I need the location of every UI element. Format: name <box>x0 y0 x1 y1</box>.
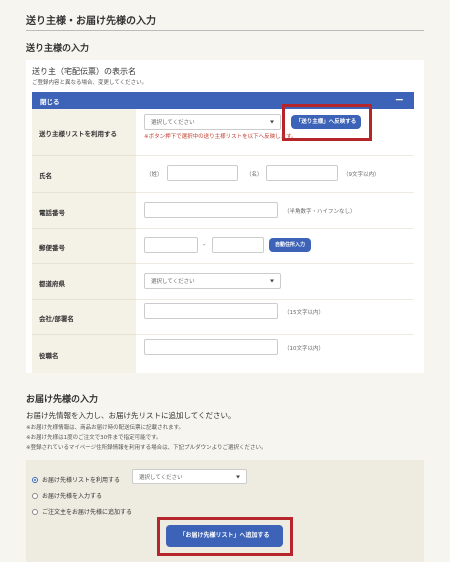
company-label: 会社/部署名 <box>39 315 74 323</box>
phone-input[interactable] <box>144 202 278 218</box>
first-name-input[interactable] <box>266 165 338 181</box>
destination-list-select[interactable]: 選択してください <box>132 469 247 484</box>
company-input[interactable] <box>144 303 278 319</box>
destination-note: ※登録されているマイページ住所録情報を利用する場合は、下記プルダウンよりご選択く… <box>26 445 267 451</box>
row-label-company: 会社/部署名 <box>32 300 136 335</box>
radio-label: お届け先様リストを利用する <box>42 477 121 484</box>
chevron-down-icon <box>270 279 274 283</box>
row-label-position: 役職名 <box>32 335 136 373</box>
destination-section-title: お届け先様の入力 <box>26 395 99 405</box>
radio-label: ご注文主をお届け先様に追加する <box>42 509 133 516</box>
prefecture-label: 都道府県 <box>39 280 65 288</box>
postal-label: 郵便番号 <box>39 244 65 252</box>
row-label-phone: 電話番号 必須 <box>32 193 165 229</box>
auto-address-button[interactable]: 自動住所入力 <box>269 238 311 252</box>
position-label: 役職名 <box>39 352 59 360</box>
chevron-down-icon <box>270 120 274 124</box>
minus-icon[interactable]: − <box>395 93 404 106</box>
destination-note: ※お届け先様は1度のご注文で30件まで指定可能です。 <box>26 435 162 441</box>
last-name-prefix: （姓） <box>146 172 163 178</box>
add-destination-list-button[interactable]: 「お届け先様リスト」へ追加する <box>166 525 283 547</box>
sender-list-label: 送り主様リストを利用する <box>39 130 117 138</box>
radio-use-destination-list[interactable]: お届け先様リストを利用する <box>32 475 120 484</box>
prefecture-select-value: 選択してください <box>151 279 195 285</box>
name-label: 氏名 <box>39 172 52 180</box>
radio-selected-icon[interactable] <box>32 476 38 483</box>
company-hint: （15文字以内） <box>284 310 324 316</box>
sender-list-select-value: 選択してください <box>151 120 195 126</box>
radio-unselected-icon[interactable] <box>32 492 38 499</box>
destination-lead: お届け先情報を入力し、お届け先リストに追加してください。 <box>26 411 236 420</box>
row-label-name: 氏名 <box>32 156 136 193</box>
position-hint: （10文字以内） <box>284 346 324 352</box>
collapse-label: 閉じる <box>40 98 60 106</box>
row-label-prefecture: 都道府県 必須 <box>32 264 165 300</box>
radio-unselected-icon[interactable] <box>32 508 38 515</box>
name-hint: （9文字以内） <box>343 172 380 178</box>
sender-section-title: 送り主様の入力 <box>26 44 90 54</box>
postal-separator: - <box>203 241 206 249</box>
row-label-postal: 郵便番号 必須 <box>32 229 165 264</box>
first-name-prefix: （名） <box>246 172 263 178</box>
phone-label: 電話番号 <box>39 209 65 217</box>
postal-code-first-input[interactable] <box>144 237 198 253</box>
radio-input-destination[interactable]: お届け先様を入力する <box>32 491 102 500</box>
sender-list-warning: ※ボタン押下で選択中の送り主様リストを以下へ反映します。 <box>144 134 297 140</box>
prefecture-select[interactable]: 選択してください <box>144 273 281 289</box>
title-divider <box>26 30 424 31</box>
apply-sender-button[interactable]: 「送り主様」へ反映する <box>291 115 361 129</box>
last-name-input[interactable] <box>167 165 238 181</box>
destination-list-select-value: 選択してください <box>139 474 183 481</box>
chevron-down-icon <box>236 475 240 478</box>
row-label-sender-list: 送り主様リストを利用する <box>32 109 136 156</box>
sender-note: ご登録内容と異なる場合、変更してください。 <box>32 80 148 86</box>
page-title: 送り主様・お届け先様の入力 <box>26 16 156 27</box>
postal-code-second-input[interactable] <box>212 237 264 253</box>
position-input[interactable] <box>144 339 278 355</box>
sender-display-name-title: 送り主（宅配伝票）の表示名 <box>32 67 136 76</box>
sender-list-select[interactable]: 選択してください <box>144 114 281 130</box>
phone-hint: （半角数字・ハイフンなし） <box>284 209 356 215</box>
destination-note: ※お届け先様情報は、商品お届け時の配送伝票に記載されます。 <box>26 425 185 431</box>
radio-label: お届け先様を入力する <box>42 493 103 500</box>
radio-add-orderer[interactable]: ご注文主をお届け先様に追加する <box>32 507 132 516</box>
